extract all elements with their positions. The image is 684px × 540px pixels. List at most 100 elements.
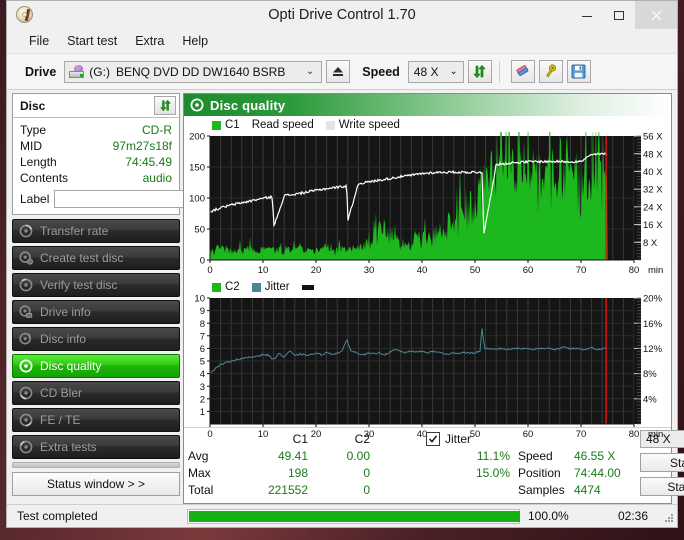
- disc-info-icon: i: [19, 332, 31, 345]
- stats-row-max: Max 198 0 15.0% Position 74:44.00: [188, 464, 636, 481]
- stats-col-c1: C1: [292, 431, 308, 446]
- stats-row-label: Max: [188, 465, 211, 480]
- legend-entry-c1: C1: [212, 119, 240, 131]
- legend-label: C1: [225, 119, 240, 131]
- sidebar-item-label: Disc info: [40, 332, 87, 346]
- eject-button[interactable]: [326, 60, 351, 83]
- sidebar-item-disc-info[interactable]: i Disc info: [12, 327, 180, 351]
- sidebar-item-drive-info[interactable]: Drive info: [12, 300, 180, 324]
- stats-row-avg: Avg 49.41 0.00 11.1% Speed 46.55 X: [188, 447, 636, 464]
- wrench-icon: [545, 64, 556, 78]
- stats-total-c2: 0: [363, 482, 370, 497]
- svg-text:2: 2: [200, 394, 205, 405]
- disc-burn-icon: [19, 251, 33, 265]
- svg-text:48 X: 48 X: [643, 149, 663, 160]
- sidebar-item-label: Create test disc: [40, 251, 124, 265]
- charts-area: C1 Read speed Write speed 0 50 100 150 200 0 1…: [184, 116, 671, 440]
- disc-row-mid: MID 97m27s18f: [20, 138, 172, 154]
- svg-text:8 X: 8 X: [643, 238, 658, 249]
- disc-fete-icon: [19, 413, 33, 427]
- disc-icon: [15, 5, 35, 25]
- chevron-down-icon: ⌄: [305, 66, 315, 77]
- status-window-button[interactable]: Status window > >: [12, 472, 180, 496]
- sidebar-item-label: Extra tests: [40, 440, 97, 454]
- drive-select[interactable]: (G:) BENQ DVD DD DW1640 BSRB ⌄: [64, 60, 323, 83]
- content-panel: Disc quality C1 Read speed Write speed 0…: [183, 93, 684, 504]
- resize-grip[interactable]: [662, 511, 673, 522]
- svg-text:i: i: [29, 332, 31, 340]
- status-bar: Test completed 100.0% 02:36: [7, 504, 677, 527]
- nav-spacer: [12, 462, 180, 468]
- legend-entry-c2: C2: [212, 281, 240, 293]
- sidebar-item-transfer-rate[interactable]: Transfer rate: [12, 219, 180, 243]
- svg-text:32 X: 32 X: [643, 185, 663, 196]
- progress-bar: [187, 508, 520, 524]
- menu-help[interactable]: Help: [174, 32, 216, 50]
- svg-text:4%: 4%: [643, 394, 657, 405]
- refresh-arrows-icon: [473, 65, 486, 78]
- c2-plot[interactable]: 1 2 3 4 5 6 7 8 9 10 0 10 20 30 40 50 60 70 80 min 4% 8% 12% 16…: [184, 294, 671, 442]
- svg-text:4: 4: [200, 369, 205, 380]
- application-window: Opti Drive Control 1.70 File Start test …: [6, 0, 684, 528]
- erase-button[interactable]: [510, 60, 535, 83]
- svg-text:10: 10: [194, 294, 205, 305]
- sidebar-item-extra-tests[interactable]: Extra tests: [12, 435, 180, 459]
- c2-chart-block: C2 Jitter 1 2 3 4 5 6 7 8 9 10 0 10 20 30 40 50 60 70 80 mi…: [184, 280, 671, 442]
- menu-extra[interactable]: Extra: [127, 32, 172, 50]
- stats-row-label: Avg: [188, 448, 209, 463]
- svg-text:100: 100: [189, 194, 205, 205]
- legend-entry-write-speed: Write speed: [325, 119, 400, 131]
- svg-text:16 X: 16 X: [643, 220, 663, 231]
- jitter-label: Jitter: [445, 431, 472, 446]
- menu-bar: File Start test Extra Help: [7, 29, 677, 54]
- disc-row-value: CD-R: [142, 123, 172, 137]
- svg-text:6: 6: [200, 344, 205, 355]
- legend-entry-read-speed: Read speed: [252, 119, 314, 131]
- svg-text:min: min: [648, 429, 663, 440]
- stats-max-c1: 198: [287, 465, 308, 480]
- legend-swatch: [212, 120, 221, 130]
- jitter-checkbox-wrap[interactable]: Jitter: [426, 431, 510, 446]
- minimize-button[interactable]: [571, 1, 603, 29]
- c1-plot[interactable]: 0 50 100 150 200 0 10 20 30 40 50 60 70 80 min 8 X 16 X 2…: [184, 132, 671, 278]
- disc-test-icon: [19, 224, 33, 238]
- refresh-button[interactable]: [467, 60, 492, 83]
- stats-panel: C1 C2 Jitter Avg 49.41 0.00 11.1% Speed …: [184, 427, 684, 503]
- start-full-button[interactable]: Start full: [640, 453, 684, 473]
- sidebar-item-disc-quality[interactable]: Disc quality: [12, 354, 180, 378]
- sidebar-item-label: FE / TE: [40, 413, 81, 427]
- stats-row-total: Total 221552 0 Samples 4474: [188, 481, 636, 498]
- sidebar-item-create-test-disc[interactable]: Create test disc: [12, 246, 180, 270]
- svg-text:12%: 12%: [643, 344, 663, 355]
- save-button[interactable]: [566, 60, 591, 83]
- disc-row-key: MID: [20, 139, 42, 153]
- sidebar-item-label: CD Bler: [40, 386, 83, 400]
- legend-entry-jitter: Jitter: [251, 281, 290, 293]
- settings-button[interactable]: [538, 60, 563, 83]
- svg-text:50: 50: [470, 265, 481, 276]
- stats-total-c1: 221552: [267, 482, 308, 497]
- stats-max-jitter: 15.0%: [475, 465, 510, 480]
- svg-text:24 X: 24 X: [643, 202, 663, 213]
- svg-text:20: 20: [311, 265, 322, 276]
- disc-refresh-button[interactable]: [154, 96, 176, 115]
- eject-icon: [333, 67, 344, 76]
- chevron-down-icon: ⌄: [449, 66, 458, 77]
- menu-start-test[interactable]: Start test: [59, 32, 125, 50]
- legend-swatch: [325, 120, 335, 130]
- menu-file[interactable]: File: [21, 32, 57, 50]
- disc-check-icon: [19, 278, 33, 292]
- jitter-checkbox[interactable]: [426, 431, 440, 446]
- svg-text:7: 7: [200, 331, 205, 342]
- drive-label: Drive: [25, 64, 57, 79]
- start-part-button[interactable]: Start part: [640, 477, 684, 497]
- disc-row-key: Length: [20, 155, 57, 169]
- close-button[interactable]: [635, 1, 677, 29]
- svg-text:0: 0: [200, 256, 205, 267]
- speed-select[interactable]: 48 X ⌄: [407, 60, 464, 83]
- sidebar-item-fe-te[interactable]: FE / TE: [12, 408, 180, 432]
- sidebar-item-verify-test-disc[interactable]: Verify test disc: [12, 273, 180, 297]
- sidebar-item-cd-bler[interactable]: CD Bler: [12, 381, 180, 405]
- stats-avg-c2: 0.00: [346, 448, 370, 463]
- maximize-button[interactable]: [603, 1, 635, 29]
